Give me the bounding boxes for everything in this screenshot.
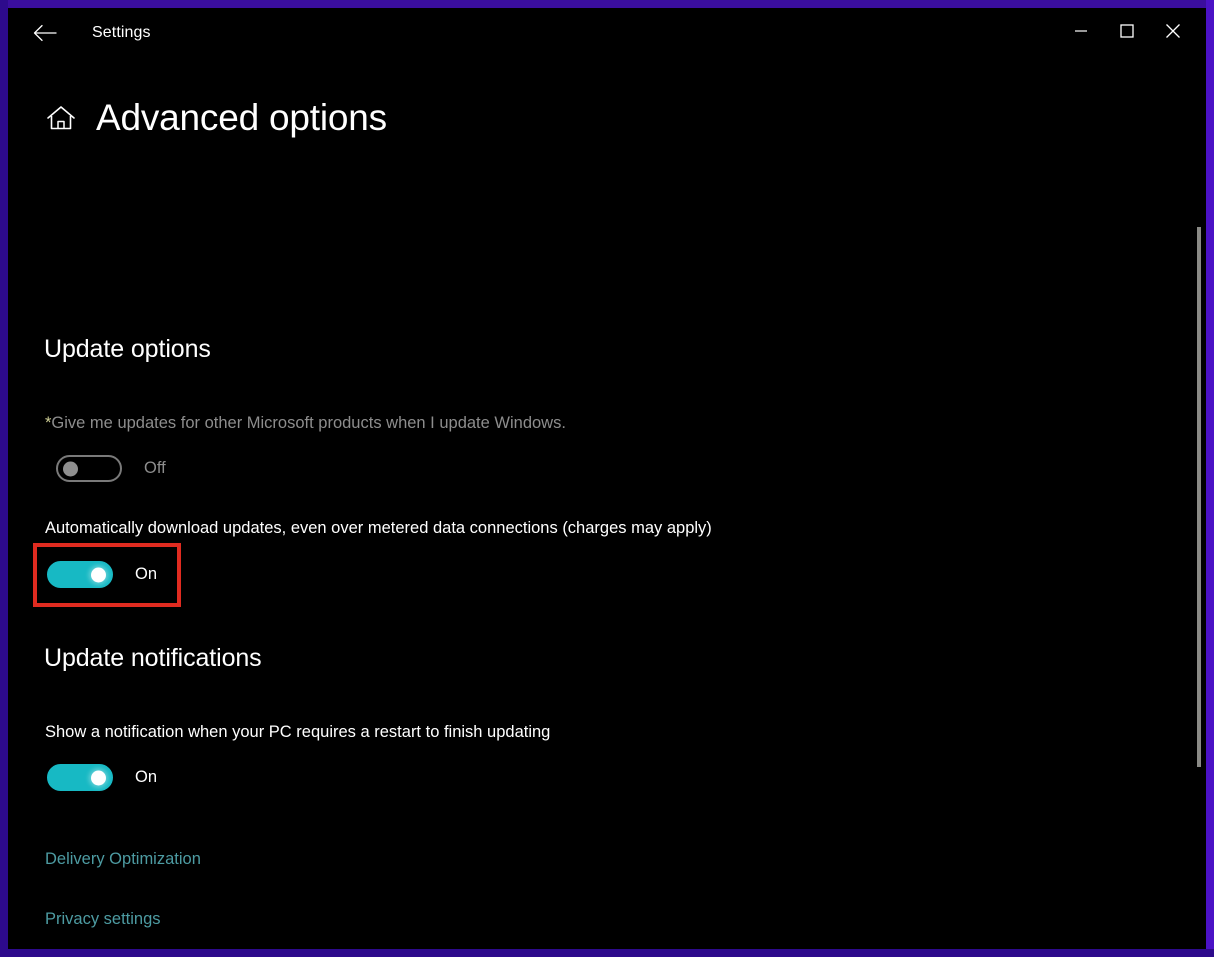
arrow-left-icon bbox=[33, 24, 57, 42]
toggle-row-restart-notification: On bbox=[47, 764, 157, 791]
link-privacy-settings[interactable]: Privacy settings bbox=[45, 910, 161, 929]
toggle-knob bbox=[91, 567, 106, 582]
window-title: Settings bbox=[92, 23, 151, 41]
frame-edge-top bbox=[0, 0, 1214, 8]
desktop-frame: Settings Advanced options Update options… bbox=[0, 0, 1214, 957]
toggle-restart-notification[interactable] bbox=[47, 764, 113, 791]
setting-label-text: Give me updates for other Microsoft prod… bbox=[51, 414, 566, 432]
setting-label-metered-downloads: Automatically download updates, even ove… bbox=[45, 519, 712, 538]
setting-label-restart-notification: Show a notification when your PC require… bbox=[45, 723, 550, 742]
toggle-microsoft-products[interactable] bbox=[56, 455, 122, 482]
vertical-scrollbar-thumb[interactable] bbox=[1197, 227, 1201, 767]
frame-edge-right bbox=[1206, 0, 1214, 957]
link-delivery-optimization[interactable]: Delivery Optimization bbox=[45, 850, 201, 869]
title-bar: Settings bbox=[8, 8, 1206, 57]
toggle-state-restart-notification: On bbox=[135, 768, 158, 786]
page-content: Advanced options Update options *Give me… bbox=[8, 57, 1206, 949]
section-heading-update-notifications: Update notifications bbox=[44, 644, 262, 672]
toggle-metered-downloads[interactable] bbox=[47, 561, 113, 588]
home-icon[interactable] bbox=[44, 101, 78, 135]
setting-label-microsoft-products: *Give me updates for other Microsoft pro… bbox=[45, 414, 566, 433]
toggle-row-metered-downloads: On bbox=[47, 561, 157, 588]
toggle-state-metered-downloads: On bbox=[135, 565, 158, 583]
toggle-knob bbox=[91, 770, 106, 785]
setting-label-text: Show a notification when your PC require… bbox=[45, 723, 551, 741]
frame-edge-left bbox=[0, 0, 8, 957]
minimize-button[interactable] bbox=[1058, 15, 1104, 47]
page-title: Advanced options bbox=[96, 97, 387, 138]
back-button[interactable] bbox=[22, 17, 68, 49]
toggle-state-microsoft-products: Off bbox=[144, 459, 166, 477]
settings-window: Settings Advanced options Update options… bbox=[8, 8, 1206, 949]
maximize-icon bbox=[1120, 24, 1134, 38]
section-heading-update-options: Update options bbox=[44, 335, 211, 363]
setting-label-text: Automatically download updates, even ove… bbox=[45, 519, 712, 537]
page-header: Advanced options bbox=[8, 57, 1206, 139]
toggle-row-microsoft-products: Off bbox=[56, 455, 166, 482]
close-button[interactable] bbox=[1150, 15, 1196, 47]
frame-edge-bottom bbox=[0, 949, 1214, 957]
minimize-icon bbox=[1074, 26, 1088, 36]
window-controls bbox=[1058, 8, 1196, 54]
toggle-knob bbox=[63, 461, 78, 476]
close-icon bbox=[1165, 23, 1181, 39]
maximize-button[interactable] bbox=[1104, 15, 1150, 47]
